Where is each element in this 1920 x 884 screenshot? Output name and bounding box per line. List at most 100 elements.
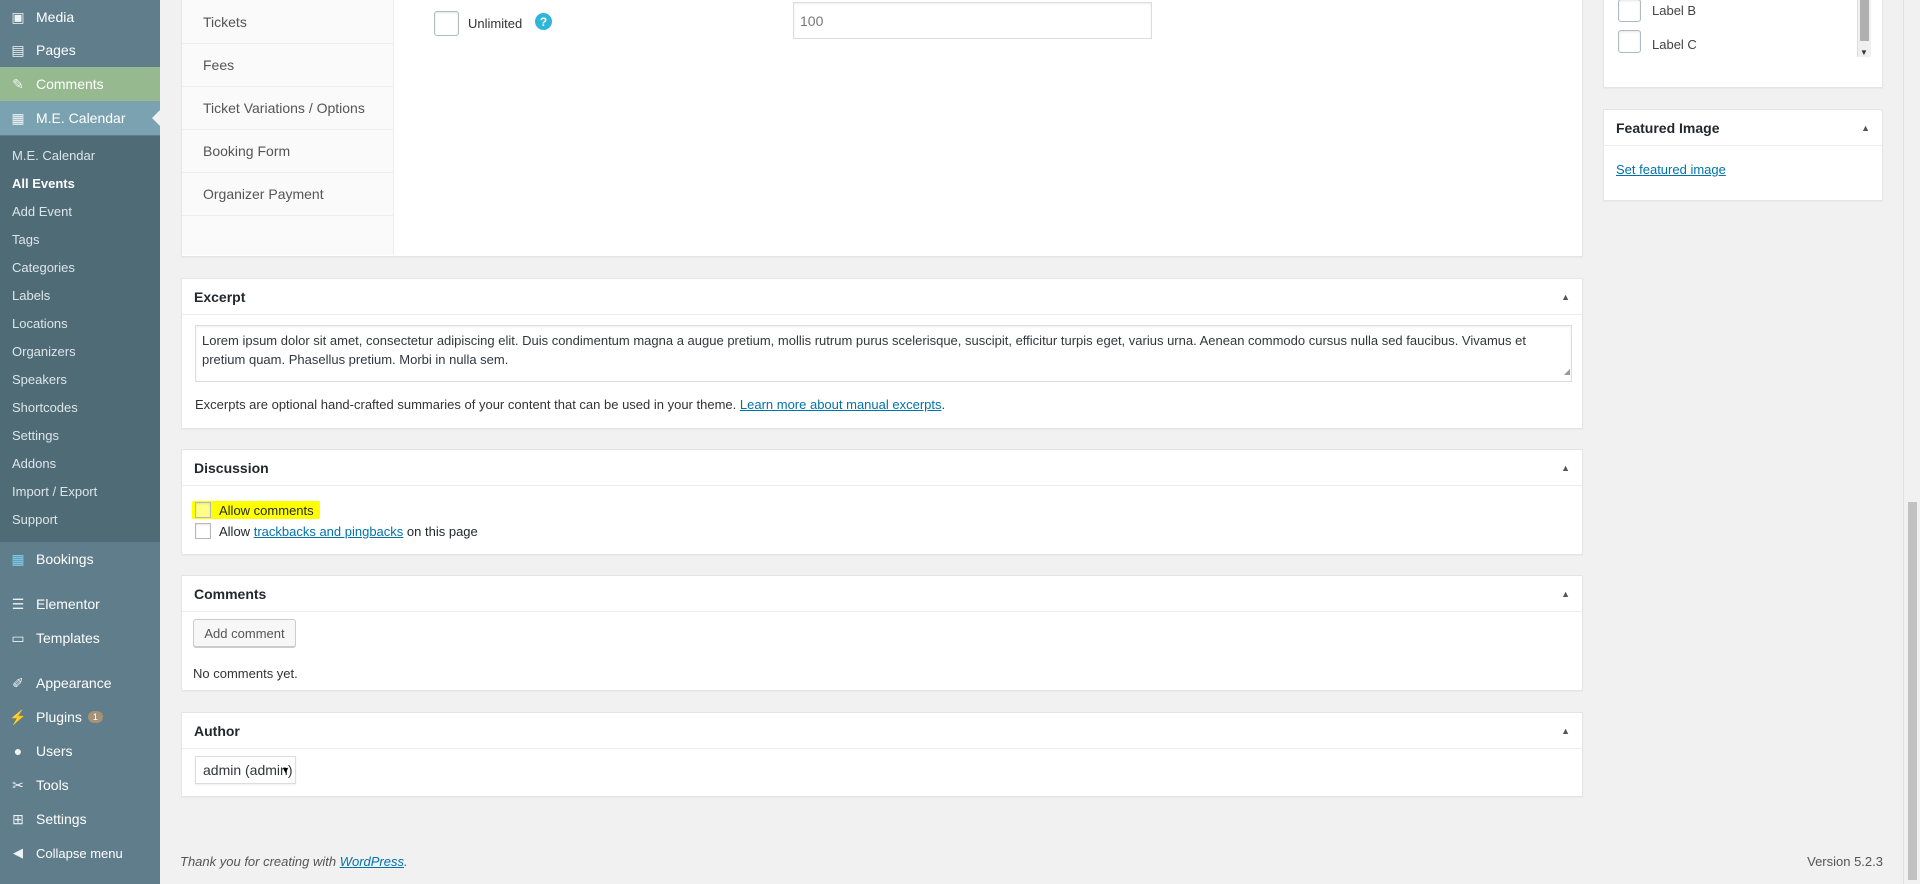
menu-users[interactable]: ● Users <box>0 734 160 768</box>
scrollbar-thumb[interactable] <box>1908 502 1917 880</box>
set-featured-image-link[interactable]: Set featured image <box>1616 162 1726 177</box>
collapse-menu-button[interactable]: ◀ Collapse menu <box>0 836 160 870</box>
excerpt-header[interactable]: Excerpt ▲ <box>182 279 1582 315</box>
menu-label: Comments <box>36 76 104 92</box>
author-select[interactable]: admin (admin) ▼ <box>195 756 296 784</box>
footer-thanks: Thank you for creating with WordPress. <box>180 854 408 869</box>
label-b-checkbox[interactable] <box>1618 0 1641 22</box>
featured-image-box: Featured Image ▲ Set featured image <box>1603 109 1883 201</box>
submenu-item[interactable]: M.E. Calendar <box>12 148 95 163</box>
menu-media[interactable]: ▣ Media <box>0 0 160 34</box>
templates-icon: ▭ <box>11 629 25 646</box>
collapse-arrow-icon[interactable]: ▲ <box>1561 463 1570 473</box>
elementor-icon: ☰ <box>11 595 25 612</box>
allow-comments-label: Allow comments <box>219 503 314 518</box>
tab-tickets[interactable]: Tickets <box>182 1 394 44</box>
menu-label: Settings <box>36 811 87 827</box>
excerpt-text: Lorem ipsum dolor sit amet, consectetur … <box>202 333 1526 367</box>
calendar-submenu: M.E. Calendar All Events Add Event Tags … <box>0 136 160 542</box>
menu-appearance[interactable]: ✐ Appearance <box>0 666 160 700</box>
booking-tabs: Tickets Fees Ticket Variations / Options… <box>182 0 394 255</box>
page-scrollbar[interactable] <box>1903 0 1920 884</box>
menu-plugins[interactable]: ⚡ Plugins 1 <box>0 700 160 734</box>
scrollbar-thumb[interactable] <box>1860 0 1869 41</box>
submenu-item[interactable]: Add Event <box>12 204 72 219</box>
submenu-item[interactable]: Settings <box>12 428 59 443</box>
resize-handle-icon[interactable]: ◢ <box>1564 362 1570 381</box>
submenu-item[interactable]: Tags <box>12 232 39 247</box>
add-comment-button[interactable]: Add comment <box>193 619 296 647</box>
submenu-item[interactable]: Locations <box>12 316 68 331</box>
appearance-icon: ✐ <box>12 674 24 691</box>
labels-scrollbar[interactable]: ▼ <box>1857 0 1871 57</box>
menu-label: Appearance <box>36 675 112 691</box>
menu-templates[interactable]: ▭ Templates <box>0 621 160 655</box>
trackbacks-suffix: on this page <box>406 524 478 539</box>
unlimited-checkbox[interactable] <box>434 11 459 36</box>
submenu-item[interactable]: Speakers <box>12 372 67 387</box>
label-b-text: Label B <box>1652 3 1697 18</box>
tab-organizer-payment[interactable]: Organizer Payment <box>182 173 394 216</box>
comments-title: Comments <box>194 585 267 602</box>
excerpt-help-suffix: . <box>941 397 946 412</box>
discussion-title: Discussion <box>194 459 269 476</box>
booking-options-box: Tickets Fees Ticket Variations / Options… <box>181 0 1583 257</box>
menu-comments[interactable]: ✎ Comments <box>0 67 160 101</box>
booking-limit-input[interactable]: 100 <box>793 2 1152 39</box>
menu-label: Users <box>36 743 73 759</box>
wordpress-link[interactable]: WordPress <box>340 854 404 869</box>
collapse-arrow-icon[interactable]: ▲ <box>1561 726 1570 736</box>
menu-pages[interactable]: ▤ Pages <box>0 33 160 67</box>
tab-booking-form[interactable]: Booking Form <box>182 130 394 173</box>
admin-sidebar: ▣ Media ▤ Pages ✎ Comments ▦ M.E. Calend… <box>0 0 160 884</box>
submenu-item[interactable]: Categories <box>12 260 75 275</box>
menu-label: Elementor <box>36 596 100 612</box>
comments-box: Comments ▲ Add comment No comments yet. <box>181 575 1583 691</box>
trackbacks-link[interactable]: trackbacks and pingbacks <box>254 524 404 539</box>
pages-icon: ▤ <box>11 41 25 58</box>
footer-thanks-suffix: . <box>404 854 408 869</box>
bookings-icon: ▦ <box>11 550 25 567</box>
submenu-item[interactable]: Organizers <box>12 344 76 359</box>
excerpt-textarea[interactable]: Lorem ipsum dolor sit amet, consectetur … <box>195 325 1572 382</box>
collapse-arrow-icon[interactable]: ▲ <box>1861 123 1870 133</box>
collapse-arrow-icon[interactable]: ▲ <box>1561 292 1570 302</box>
label-c-checkbox[interactable] <box>1618 30 1641 53</box>
menu-tools[interactable]: ✂ Tools <box>0 768 160 802</box>
submenu-item[interactable]: Support <box>12 512 58 527</box>
tab-ticket-variations[interactable]: Ticket Variations / Options <box>182 87 394 130</box>
featured-image-header[interactable]: Featured Image ▲ <box>1604 110 1882 146</box>
menu-label: Bookings <box>36 551 94 567</box>
allow-comments-checkbox[interactable] <box>195 502 211 518</box>
submenu-item[interactable]: Shortcodes <box>12 400 78 415</box>
discussion-header[interactable]: Discussion ▲ <box>182 450 1582 486</box>
menu-bookings[interactable]: ▦ Bookings <box>0 542 160 576</box>
media-icon: ▣ <box>11 8 25 25</box>
footer-version: Version 5.2.3 <box>1807 854 1883 869</box>
menu-label: Plugins <box>36 709 82 725</box>
author-selected-value: admin (admin) <box>203 762 293 778</box>
label-c-text: Label C <box>1652 37 1697 52</box>
menu-me-calendar[interactable]: ▦ M.E. Calendar <box>0 101 160 135</box>
learn-more-excerpts-link[interactable]: Learn more about manual excerpts <box>740 397 942 412</box>
plugins-icon: ⚡ <box>9 708 27 725</box>
allow-trackbacks-label: Allow trackbacks and pingbacks on this p… <box>219 524 478 539</box>
submenu-item[interactable]: Import / Export <box>12 484 97 499</box>
submenu-item[interactable]: Labels <box>12 288 50 303</box>
submenu-item-all-events[interactable]: All Events <box>12 176 75 191</box>
menu-settings[interactable]: ⊞ Settings <box>0 802 160 836</box>
unlimited-label: Unlimited <box>468 16 523 31</box>
dropdown-arrow-icon: ▼ <box>281 765 290 775</box>
comments-header[interactable]: Comments ▲ <box>182 576 1582 612</box>
author-header[interactable]: Author ▲ <box>182 713 1582 749</box>
allow-trackbacks-checkbox[interactable] <box>195 523 211 539</box>
excerpt-help: Excerpts are optional hand-crafted summa… <box>195 397 945 412</box>
help-icon[interactable]: ? <box>535 13 552 30</box>
tab-fees[interactable]: Fees <box>182 44 394 87</box>
collapse-arrow-icon[interactable]: ▲ <box>1561 589 1570 599</box>
booking-limit-value: 100 <box>800 12 824 29</box>
submenu-item[interactable]: Addons <box>12 456 56 471</box>
menu-label: M.E. Calendar <box>36 110 126 126</box>
chevron-down-icon[interactable]: ▼ <box>1860 48 1868 57</box>
menu-elementor[interactable]: ☰ Elementor <box>0 587 160 621</box>
